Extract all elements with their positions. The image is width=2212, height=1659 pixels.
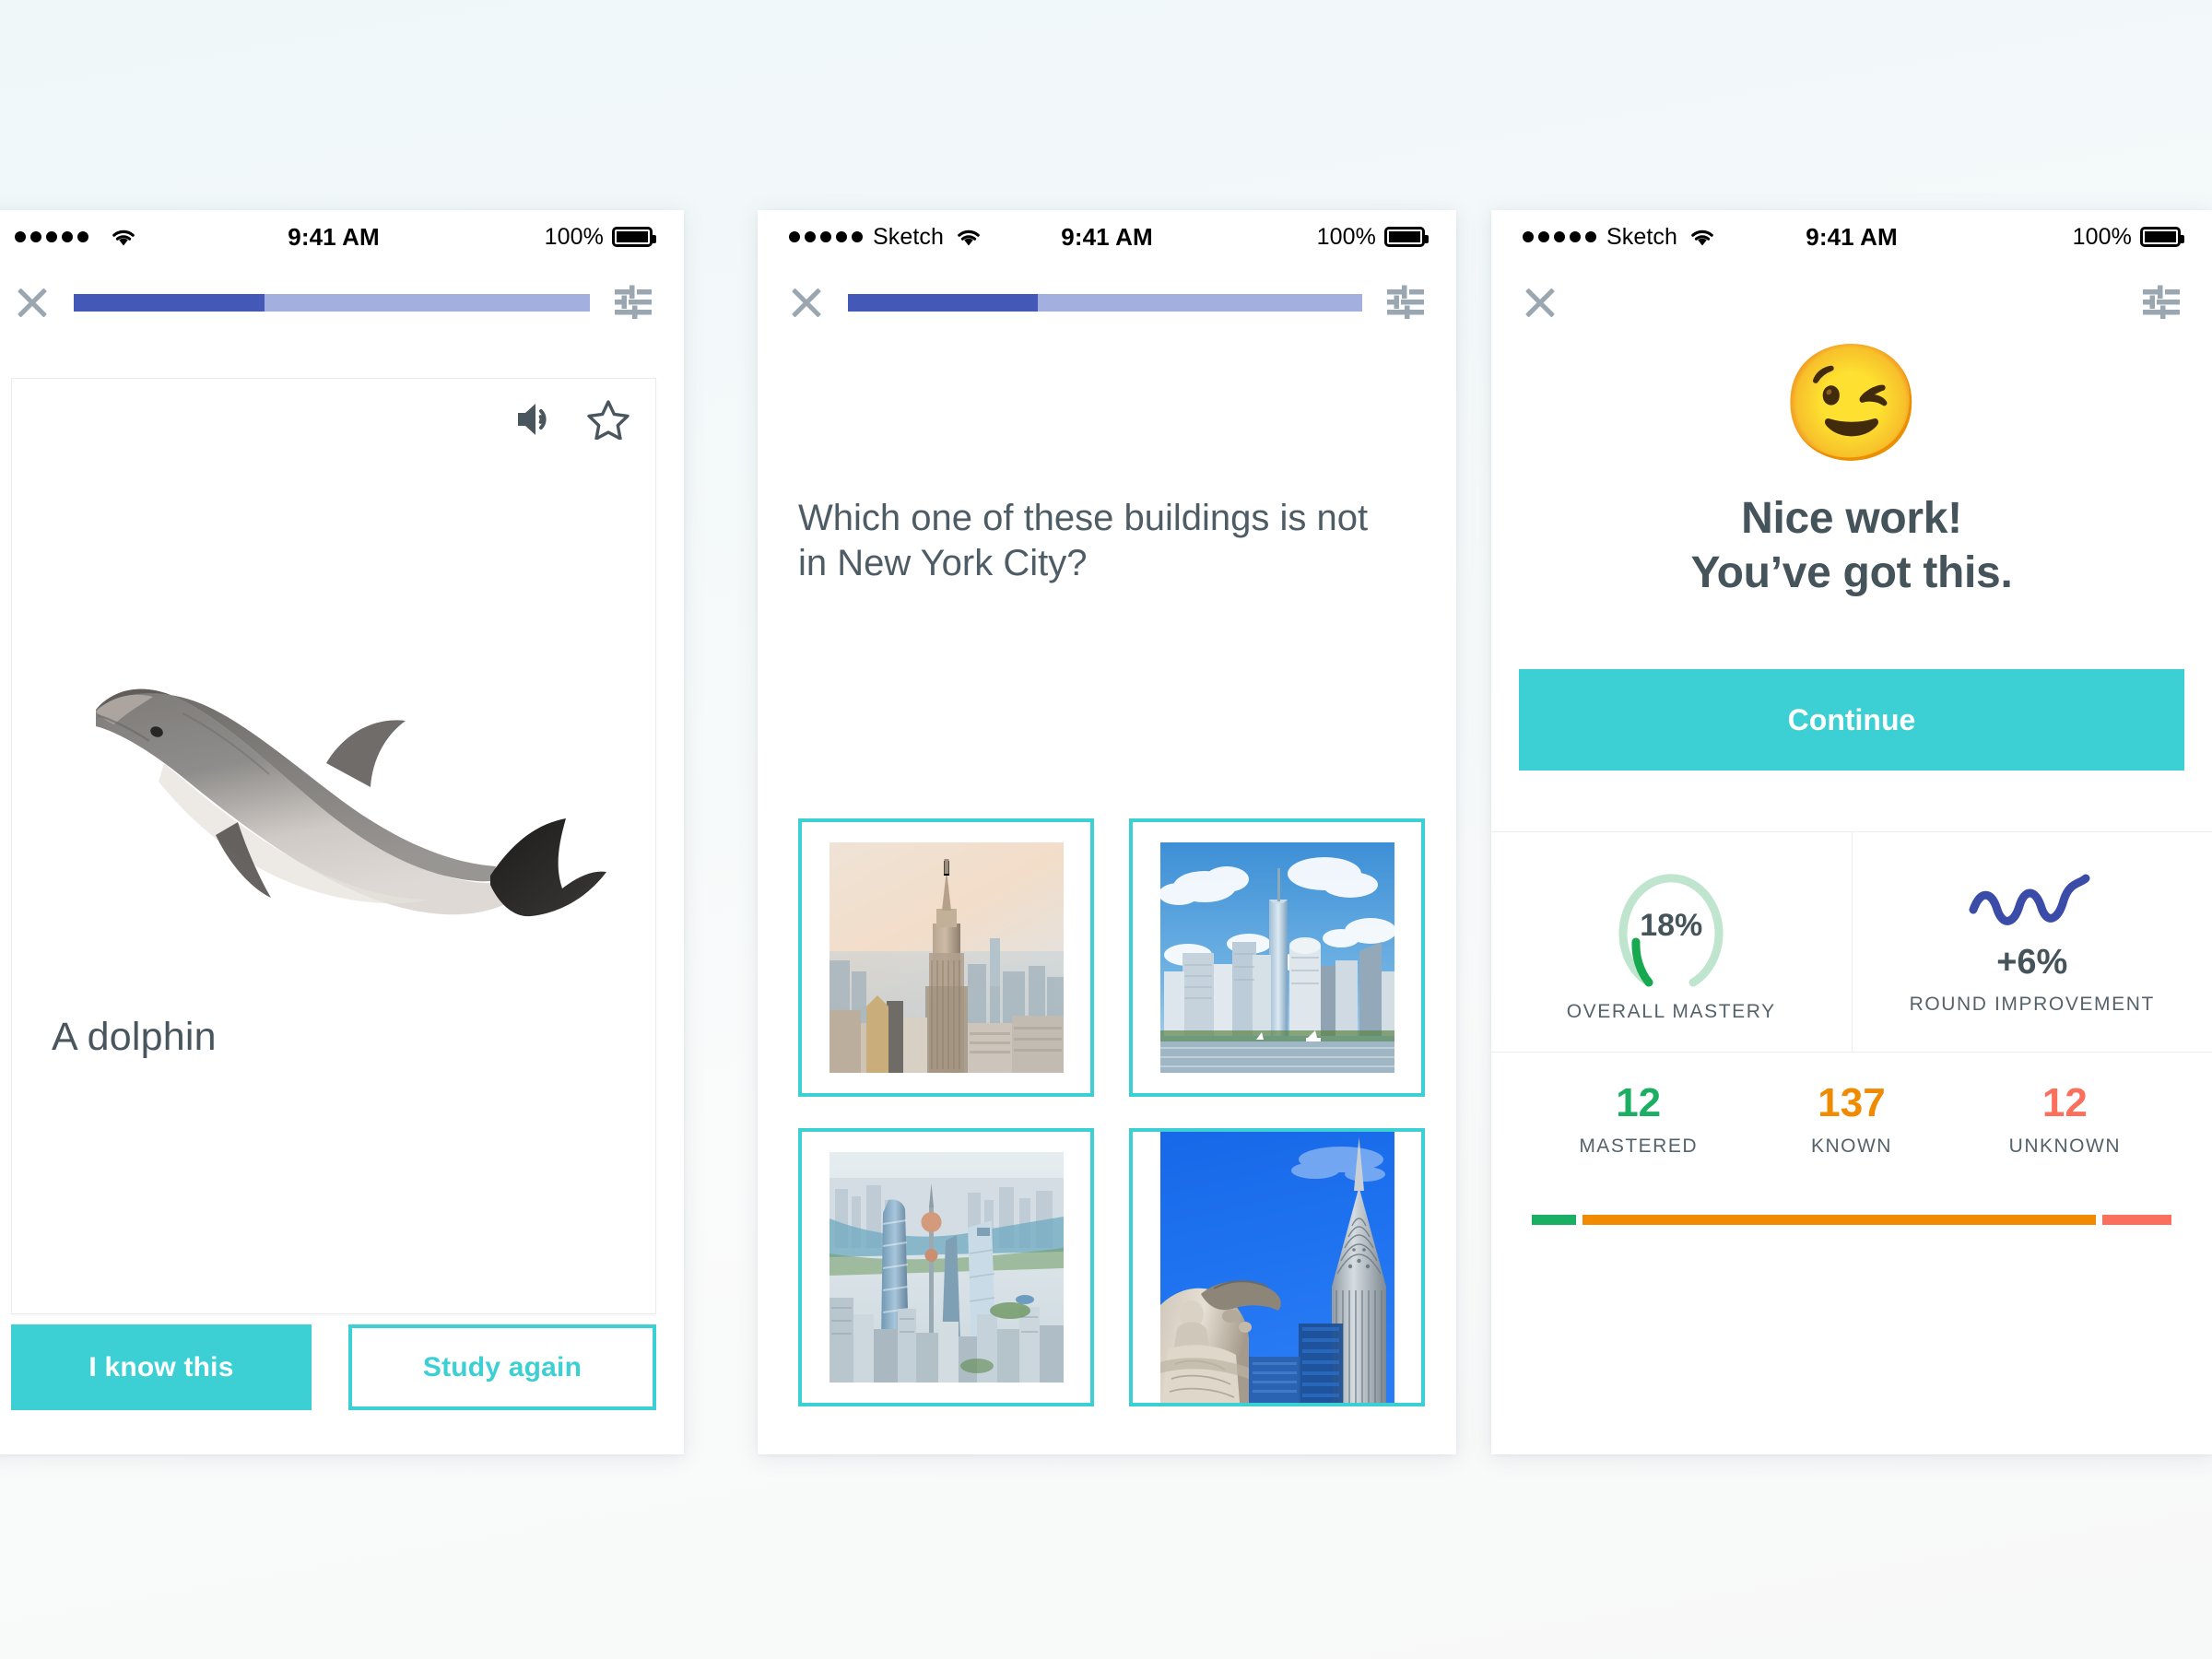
nav-bar [0, 264, 684, 341]
unknown-label: UNKNOWN [2008, 1135, 2121, 1158]
result-headline: Nice work! You’ve got this. [1491, 492, 2212, 600]
mastery-percent-value: 18% [1640, 907, 1703, 943]
choice-shanghai[interactable] [798, 1128, 1094, 1406]
close-icon[interactable] [789, 285, 824, 320]
round-progress-bar [74, 293, 590, 312]
battery-icon [2140, 227, 2184, 247]
choice-one-world-trade[interactable] [1129, 818, 1425, 1097]
mastery-caption: OVERALL MASTERY [1566, 1001, 1776, 1022]
round-progress-bar [848, 293, 1362, 312]
status-left: Sketch [1523, 224, 1716, 251]
speaker-icon[interactable] [515, 400, 558, 439]
i-know-this-button[interactable]: I know this [11, 1324, 312, 1410]
improvement-caption: ROUND IMPROVEMENT [1909, 993, 2155, 1015]
nav-bar [1491, 264, 2212, 341]
chrysler-building-photo [1159, 1132, 1394, 1403]
known-number: 137 [1818, 1080, 1886, 1125]
study-again-button[interactable]: Study again [348, 1324, 656, 1410]
segment-unknown [2102, 1215, 2171, 1225]
nav-bar [758, 264, 1456, 341]
status-bar: Sketch 9:41 AM 100% [758, 210, 1456, 264]
battery-percent-label: 100% [544, 223, 604, 250]
shanghai-skyline-photo [829, 1152, 1064, 1382]
flashcard-term: A dolphin [52, 1015, 217, 1059]
status-left: Sketch [789, 224, 982, 251]
status-right: 100% [544, 223, 656, 251]
phone-screen-results: Sketch 9:41 AM 100% 😉 Nice work! You’ve … [1491, 210, 2212, 1454]
flashcard-image [12, 583, 655, 971]
mastered-label: MASTERED [1579, 1135, 1698, 1158]
choice-chrysler[interactable] [1129, 1128, 1425, 1406]
phone-screen-multiple-choice: Sketch 9:41 AM 100% Which one of these b… [758, 210, 1456, 1454]
squiggle-icon [1969, 874, 2090, 925]
signal-dots-icon [15, 231, 88, 242]
status-bar: 9:41 AM 100% [0, 210, 684, 264]
stat-overall-mastery: 18% OVERALL MASTERY [1491, 832, 1852, 1052]
improvement-value: +6% [1996, 942, 2068, 982]
winking-face-emoji: 😉 [1780, 340, 1924, 467]
term-counts: 12 MASTERED 137 KNOWN 12 UNKNOWN [1491, 1080, 2212, 1158]
wifi-icon [958, 229, 980, 246]
close-icon[interactable] [1523, 285, 1558, 320]
phone-screen-flashcard: 9:41 AM 100% A dolphin I know this Study… [0, 210, 684, 1454]
count-known: 137 KNOWN [1745, 1080, 1958, 1158]
mastered-number: 12 [1616, 1080, 1662, 1125]
sliders-icon[interactable] [614, 284, 653, 321]
star-outline-icon[interactable] [587, 399, 629, 440]
headline-line-2: You’ve got this. [1690, 547, 2013, 597]
status-right: 100% [2072, 223, 2184, 251]
status-right: 100% [1316, 223, 1429, 251]
mastery-ring-chart: 18% [1608, 861, 1734, 990]
question-prompt: Which one of these buildings is not in N… [798, 498, 1369, 583]
signal-dots-icon [1523, 231, 1596, 242]
answer-choices [798, 818, 1425, 1406]
continue-wrapper: Continue [1519, 669, 2184, 771]
signal-dots-icon [789, 231, 863, 242]
headline-line-1: Nice work! [1741, 494, 1962, 544]
carrier-label: Sketch [873, 223, 945, 250]
choice-empire-state[interactable] [798, 818, 1094, 1097]
count-unknown: 12 UNKNOWN [1959, 1080, 2171, 1158]
continue-button[interactable]: Continue [1519, 669, 2184, 771]
status-bar: Sketch 9:41 AM 100% [1491, 210, 2212, 264]
wifi-icon [112, 229, 135, 246]
card-tools [515, 399, 629, 440]
carrier-label: Sketch [1606, 223, 1678, 250]
stat-round-improvement: +6% ROUND IMPROVEMENT [1851, 832, 2212, 1052]
dolphin-photo [96, 688, 606, 917]
close-icon[interactable] [15, 285, 50, 320]
segment-known [1582, 1215, 2097, 1225]
battery-icon [1384, 227, 1429, 247]
flashcard[interactable]: A dolphin [11, 378, 656, 1314]
progress-segments-bar [1532, 1215, 2171, 1225]
sliders-icon[interactable] [2142, 284, 2181, 321]
unknown-number: 12 [2041, 1080, 2088, 1125]
battery-icon [612, 227, 656, 247]
count-mastered: 12 MASTERED [1532, 1080, 1745, 1158]
empire-state-building-photo [829, 842, 1064, 1073]
status-left [15, 227, 137, 247]
flashcard-actions: I know this Study again [11, 1324, 656, 1410]
result-header: 😉 Nice work! You’ve got this. [1491, 341, 2212, 600]
segment-mastered [1532, 1215, 1576, 1225]
sliders-icon[interactable] [1386, 284, 1425, 321]
battery-percent-label: 100% [2072, 223, 2132, 250]
one-world-trade-center-photo [1159, 842, 1394, 1073]
known-label: KNOWN [1810, 1135, 1892, 1158]
summary-stats: 18% OVERALL MASTERY +6% ROUND IMPROVEMEN… [1491, 831, 2212, 1053]
battery-percent-label: 100% [1316, 223, 1376, 250]
wifi-icon [1691, 229, 1713, 246]
